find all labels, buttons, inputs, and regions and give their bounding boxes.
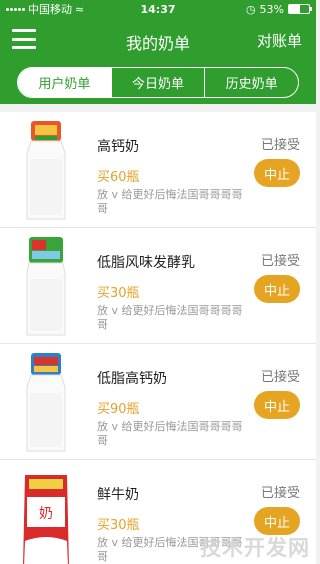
item-status: 已接受	[260, 486, 300, 501]
item-name: 鲜牛奶	[97, 487, 139, 503]
item-name: 低脂风味发酵乳	[97, 255, 195, 271]
battery-percent: 53%	[259, 2, 284, 16]
milk-carton-icon: 奶	[23, 475, 69, 564]
item-description: 放 v 给更好后悔法国哥哥哥哥哥	[97, 420, 243, 447]
list-item[interactable]: 高钙奶 买60瓶 放 v 给更好后悔法国哥哥哥哥哥 已接受 中止	[0, 112, 316, 228]
navbar: 我的奶单 对账单	[0, 18, 316, 62]
tab-history-orders[interactable]: 历史奶单	[205, 68, 298, 97]
item-status: 已接受	[260, 138, 300, 153]
stop-button[interactable]: 中止	[254, 275, 300, 303]
list-item[interactable]: 低脂高钙奶 买90瓶 放 v 给更好后悔法国哥哥哥哥哥 已接受 中止	[0, 344, 316, 460]
item-description: 放 v 给更好后悔法国哥哥哥哥哥	[97, 188, 243, 215]
statement-button[interactable]: 对账单	[257, 30, 302, 51]
battery-icon	[288, 4, 312, 14]
status-left: 中国移动 ≈	[6, 1, 84, 17]
battery-fill	[289, 5, 300, 13]
tab-today-orders[interactable]: 今日奶单	[112, 68, 206, 97]
tab-bar: 用户奶单 今日奶单 历史奶单	[0, 62, 316, 104]
status-right: ◷ 53%	[245, 2, 312, 16]
tabs: 用户奶单 今日奶单 历史奶单	[17, 67, 299, 98]
order-list: 高钙奶 买60瓶 放 v 给更好后悔法国哥哥哥哥哥 已接受 中止 低脂风味发酵乳…	[0, 112, 316, 564]
signal-icon	[6, 7, 25, 11]
carrier-label: 中国移动	[28, 3, 72, 16]
stop-button[interactable]: 中止	[254, 391, 300, 419]
alarm-icon: ◷	[245, 2, 256, 16]
milk-bottle-icon	[26, 121, 66, 220]
item-status: 已接受	[260, 370, 300, 385]
yogurt-bottle-icon	[26, 237, 66, 336]
item-quantity: 买30瓶	[97, 518, 140, 533]
status-bar: 中国移动 ≈ 14:37 ◷ 53%	[0, 0, 316, 18]
watermark: 技术开发网	[200, 536, 310, 560]
milk-bottle-icon	[26, 353, 66, 452]
item-description: 放 v 给更好后悔法国哥哥哥哥哥	[97, 304, 243, 331]
svg-text:奶: 奶	[39, 506, 53, 522]
item-quantity: 买90瓶	[97, 402, 140, 417]
item-quantity: 买60瓶	[97, 170, 140, 185]
item-quantity: 买30瓶	[97, 286, 140, 301]
stop-button[interactable]: 中止	[254, 507, 300, 535]
item-name: 低脂高钙奶	[97, 371, 167, 387]
list-item[interactable]: 低脂风味发酵乳 买30瓶 放 v 给更好后悔法国哥哥哥哥哥 已接受 中止	[0, 228, 316, 344]
item-status: 已接受	[260, 254, 300, 269]
item-name: 高钙奶	[97, 139, 139, 155]
wifi-icon: ≈	[75, 2, 85, 16]
stop-button[interactable]: 中止	[254, 159, 300, 187]
tab-user-orders[interactable]: 用户奶单	[18, 68, 112, 97]
